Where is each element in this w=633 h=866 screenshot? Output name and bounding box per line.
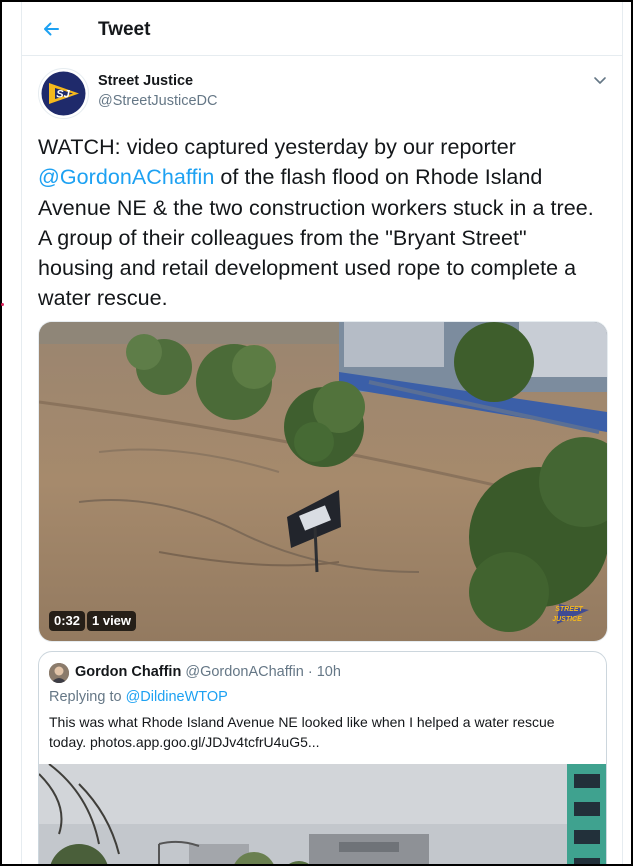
cursor-dot [1, 303, 4, 306]
author-avatar-text: SJ [56, 89, 70, 101]
video-player[interactable]: STREET JUSTICE 0:32 1 view [38, 321, 608, 642]
replying-to: Replying to @DildineWTOP [49, 689, 228, 705]
quoted-tweet-media[interactable] [39, 764, 606, 864]
quoted-separator: · [307, 664, 313, 680]
page-header: Tweet [22, 2, 622, 56]
replying-to-mention[interactable]: @DildineWTOP [126, 689, 228, 705]
video-watermark-line1: STREET [555, 606, 583, 613]
tweet-column: Tweet SJ Street Justice @StreetJusticeDC… [21, 2, 623, 864]
quoted-author-name[interactable]: Gordon Chaffin [75, 664, 181, 680]
quoted-author-avatar [49, 663, 69, 683]
flood-video-thumbnail: STREET JUSTICE [39, 322, 607, 641]
tweet-text: WATCH: video captured yesterday by our r… [38, 132, 603, 314]
quoted-photo [39, 764, 606, 864]
person-avatar-icon [49, 663, 69, 683]
tweet-options-button[interactable] [590, 70, 610, 90]
back-arrow-icon [44, 22, 59, 36]
replying-to-label: Replying to [49, 689, 126, 705]
tweet-text-part-1: WATCH: video captured yesterday by our r… [38, 135, 516, 159]
quoted-timestamp[interactable]: 10h [317, 664, 341, 680]
author-name[interactable]: Street Justice [98, 73, 193, 89]
quoted-tweet-text: This was what Rhode Island Avenue NE loo… [49, 714, 555, 750]
back-button[interactable] [36, 14, 66, 44]
quoted-tweet-header: Gordon Chaffin @GordonAChaffin · 10h [75, 664, 341, 680]
author-avatar[interactable]: SJ [38, 68, 89, 119]
tweet-mention-link[interactable]: @GordonAChaffin [38, 165, 214, 189]
video-duration-badge: 0:32 [49, 611, 86, 631]
street-justice-logo-icon: SJ [41, 71, 86, 116]
video-watermark-line2: JUSTICE [552, 616, 582, 623]
chevron-down-icon [594, 77, 606, 84]
quoted-author-handle[interactable]: @GordonAChaffin [185, 664, 303, 680]
quoted-tweet[interactable]: Gordon Chaffin @GordonAChaffin · 10h Rep… [38, 651, 607, 864]
page-title: Tweet [98, 19, 151, 40]
browser-frame: Tweet SJ Street Justice @StreetJusticeDC… [0, 0, 633, 866]
tweet-author: SJ Street Justice @StreetJusticeDC [38, 68, 610, 119]
video-views-badge: 1 view [87, 611, 137, 631]
author-handle[interactable]: @StreetJusticeDC [98, 93, 217, 109]
